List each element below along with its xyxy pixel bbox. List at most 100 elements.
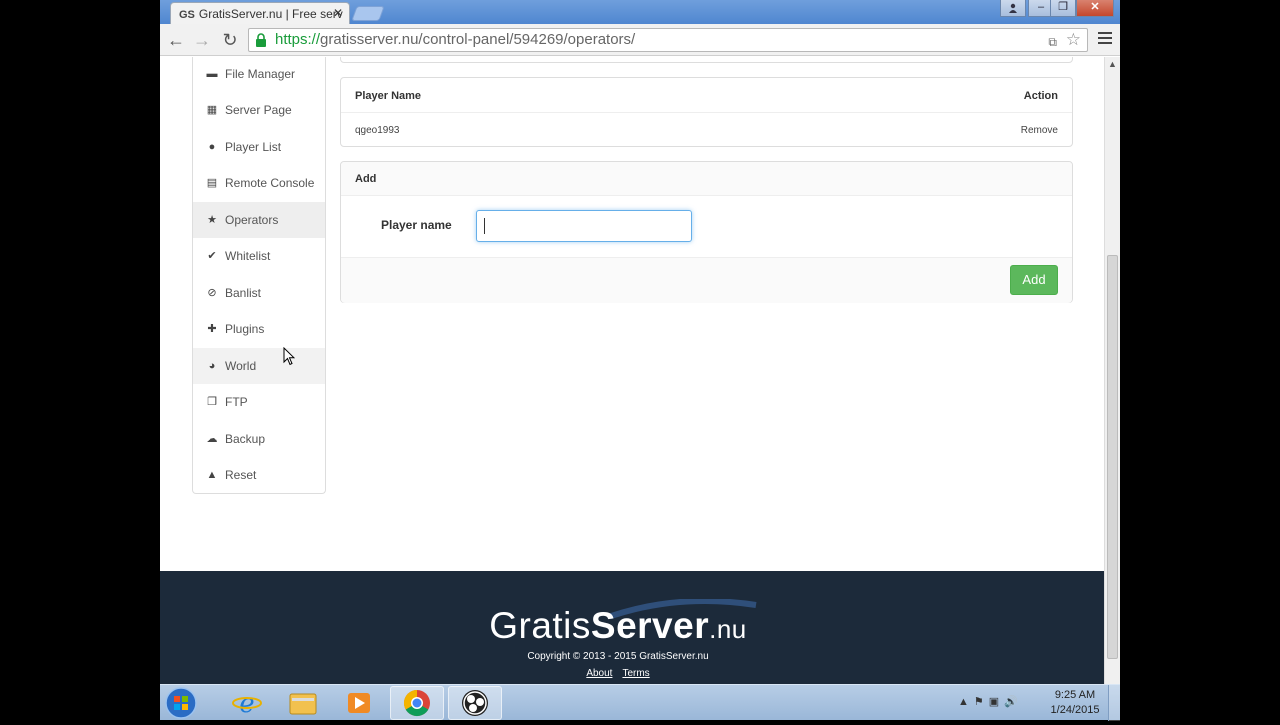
check-icon: ✔ xyxy=(207,250,217,262)
taskbar-obs[interactable] xyxy=(448,686,502,720)
logo-server: Server xyxy=(590,605,710,646)
sidebar-item-plugins[interactable]: ✚ Plugins xyxy=(193,311,325,347)
sidebar-item-player-list[interactable]: ● Player List xyxy=(193,129,325,165)
folder-open-icon: ▬ xyxy=(206,68,218,80)
scroll-up-icon[interactable]: ▲ xyxy=(1108,59,1117,69)
bookmark-star-icon[interactable]: ☆ xyxy=(1066,29,1081,51)
translate-icon[interactable]: ⧉ xyxy=(1048,31,1057,53)
column-action: Action xyxy=(1023,90,1058,102)
volume-icon: 🔊 xyxy=(1004,696,1023,708)
sidebar-item-label: World xyxy=(225,359,257,373)
plus-icon: ✚ xyxy=(207,323,217,335)
tray-icons[interactable]: ▲⚑▣🔊 xyxy=(958,695,1023,708)
sidebar-item-label: Server Page xyxy=(225,103,292,117)
sidebar-item-remote-console[interactable]: ▤ Remote Console xyxy=(193,165,325,201)
operators-table-header: Player Name Action xyxy=(341,78,1072,113)
forward-button[interactable]: → xyxy=(190,28,214,52)
files-icon: ❐ xyxy=(207,396,217,408)
action-center-icon: ⚑ xyxy=(973,696,989,708)
windows-logo-icon xyxy=(165,687,197,719)
url-scheme: https:// xyxy=(275,31,321,48)
sidebar-item-backup[interactable]: ☁ Backup xyxy=(193,421,325,457)
mouse-cursor-icon xyxy=(283,347,295,366)
menu-icon[interactable] xyxy=(1098,32,1112,46)
new-tab-button[interactable] xyxy=(351,6,385,21)
show-desktop-button[interactable] xyxy=(1108,685,1120,721)
browser-tab[interactable]: GS GratisServer.nu | Free serv ✕ xyxy=(170,2,350,24)
sidebar-item-label: Reset xyxy=(225,468,257,482)
start-button[interactable] xyxy=(164,686,206,720)
page-scrollbar[interactable]: ▲ xyxy=(1104,57,1120,684)
terms-link[interactable]: Terms xyxy=(622,668,649,679)
add-operator-panel: Add Player name Add xyxy=(340,161,1073,303)
sidebar-item-label: Banlist xyxy=(225,286,262,300)
profile-button[interactable] xyxy=(1000,0,1026,17)
sidebar-item-label: Remote Console xyxy=(225,176,315,190)
file-explorer-icon xyxy=(289,693,317,715)
sidebar-item-reset[interactable]: ▲ Reset xyxy=(193,457,325,493)
sidebar-item-ftp[interactable]: ❐ FTP xyxy=(193,384,325,420)
copyright-text: Copyright © 2013 - 2015 GratisServer.nu xyxy=(527,651,709,662)
taskbar-file-explorer[interactable] xyxy=(276,686,330,720)
internet-explorer-icon: e xyxy=(232,689,262,719)
table-row: qgeo1993 Remove xyxy=(341,113,1072,147)
remove-operator-link[interactable]: Remove xyxy=(1021,125,1058,136)
sidebar-item-world[interactable]: ◕ World xyxy=(193,348,325,384)
column-player-name: Player Name xyxy=(355,90,422,102)
back-button[interactable]: ← xyxy=(164,28,188,52)
console-icon: ▤ xyxy=(206,177,218,189)
sidebar-item-label: Plugins xyxy=(225,322,265,336)
tab-favicon: GS xyxy=(179,9,195,21)
player-name-input[interactable] xyxy=(476,210,692,242)
system-tray: ▲⚑▣🔊 9:25 AM 1/24/2015 xyxy=(950,685,1120,721)
scrollbar-thumb[interactable] xyxy=(1107,255,1118,659)
user-icon: ● xyxy=(208,141,216,153)
clock-time[interactable]: 9:25 AM xyxy=(1046,689,1104,701)
sidebar-item-server-page[interactable]: ▦ Server Page xyxy=(193,92,325,128)
footer-links: About Terms xyxy=(160,668,1076,679)
sidebar-item-banlist[interactable]: ⊘ Banlist xyxy=(193,275,325,311)
warning-icon: ▲ xyxy=(206,469,218,481)
chrome-icon xyxy=(403,689,430,717)
lock-icon xyxy=(256,33,266,47)
reload-icon: ↻ xyxy=(222,30,238,50)
screen: GS GratisServer.nu | Free serv ✕ – ❐ ✕ ← … xyxy=(0,0,1280,721)
add-button[interactable]: Add xyxy=(1010,265,1058,295)
sidebar-item-operators[interactable]: ★ Operators xyxy=(193,202,325,238)
address-bar[interactable]: https://gratisserver.nu/control-panel/59… xyxy=(248,28,1088,52)
network-icon: ▣ xyxy=(988,696,1005,708)
tab-title: GratisServer.nu | Free serv xyxy=(198,7,343,21)
about-link[interactable]: About xyxy=(586,668,612,679)
globe-icon: ◕ xyxy=(208,360,216,372)
browser-toolbar: ← → ↻ https://gratisserver.nu/control-pa… xyxy=(160,24,1120,56)
site-footer: GratisServer.nu Copyright © 2013 - 2015 … xyxy=(160,571,1104,684)
previous-panel xyxy=(340,57,1073,63)
taskbar-internet-explorer[interactable]: e xyxy=(220,686,274,720)
show-hidden-icons-icon: ▲ xyxy=(958,696,974,708)
clock-date[interactable]: 1/24/2015 xyxy=(1046,704,1104,716)
close-window-button[interactable]: ✕ xyxy=(1076,0,1114,17)
arrow-left-icon: ← xyxy=(167,30,185,50)
close-icon: ✕ xyxy=(1090,1,1100,13)
windows-taskbar: e ▲⚑▣🔊 9:25 AM 1/24/2015 xyxy=(160,684,1120,721)
cloud-upload-icon: ☁ xyxy=(206,433,218,445)
media-player-icon xyxy=(348,693,370,713)
site-logo[interactable]: GratisServer.nu xyxy=(160,605,1076,647)
sidebar-item-whitelist[interactable]: ✔ Whitelist xyxy=(193,238,325,274)
grid-icon: ▦ xyxy=(206,104,218,116)
taskbar-chrome[interactable] xyxy=(390,686,444,720)
sidebar-item-label: Player List xyxy=(225,140,282,154)
text-caret xyxy=(484,218,485,234)
svg-text:e: e xyxy=(239,689,254,719)
tab-close-icon[interactable]: ✕ xyxy=(333,6,343,20)
maximize-button[interactable]: ❐ xyxy=(1050,0,1076,17)
title-bar[interactable]: GS GratisServer.nu | Free serv ✕ – ❐ ✕ xyxy=(160,0,1120,24)
url-path: gratisserver.nu/control-panel/594269/ope… xyxy=(320,31,636,48)
restore-icon: ❐ xyxy=(1058,1,1068,13)
operator-name: qgeo1993 xyxy=(355,125,400,136)
sidebar-nav: ▬ File Manager ▦ Server Page ● Player List … xyxy=(192,57,326,494)
taskbar-media-player[interactable] xyxy=(332,686,386,720)
obs-icon xyxy=(462,690,488,716)
reload-button[interactable]: ↻ xyxy=(218,28,242,52)
sidebar-item-file-manager[interactable]: ▬ File Manager xyxy=(193,57,325,92)
